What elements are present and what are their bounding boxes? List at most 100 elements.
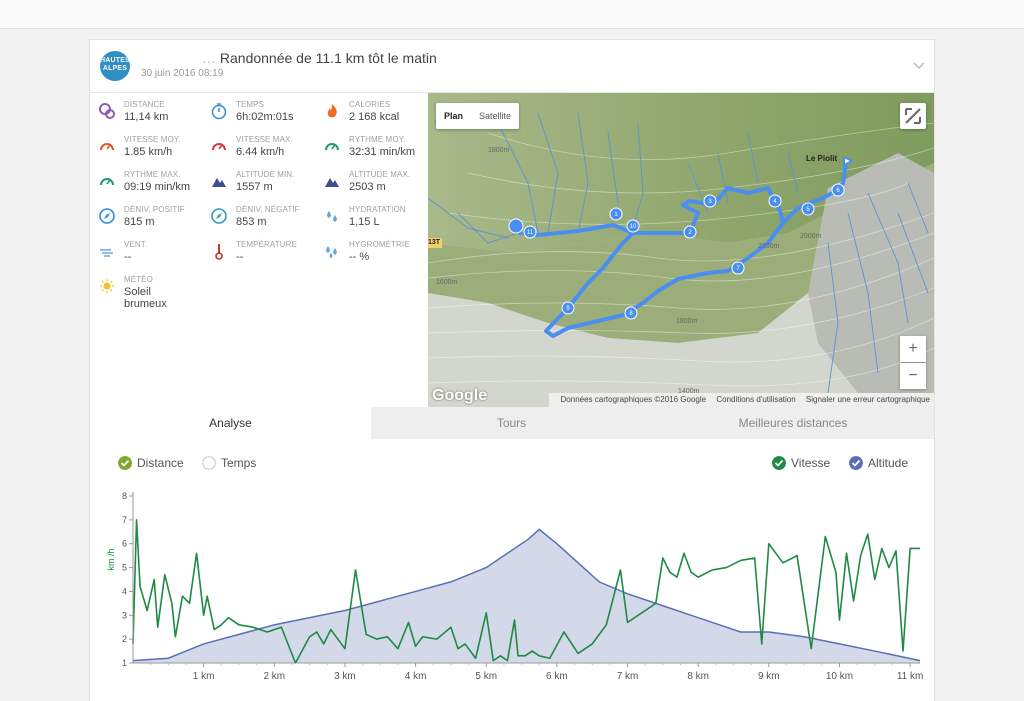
- activity-header: HAUTES ALPES … Randonnée de 11.1 km tôt …: [90, 40, 934, 93]
- stat-calories: CALORIES 2 168 kcal: [315, 100, 427, 134]
- stat-value: 6.44 km/h: [236, 146, 285, 158]
- y-axis-label: km /h: [106, 548, 116, 570]
- contour-label: 2000m: [800, 233, 822, 240]
- chevron-down-icon[interactable]: [912, 58, 926, 72]
- road-label: 13T: [428, 239, 441, 246]
- stat-vitesse-max: VITESSE MAX. 6.44 km/h: [202, 135, 314, 169]
- title-prefix: …: [202, 50, 216, 66]
- activity-title: … Randonnée de 11.1 km tôt le matin: [202, 50, 437, 66]
- map-attribution: Données cartographiques ©2016 Google Con…: [548, 393, 934, 407]
- terms-link[interactable]: Conditions d'utilisation: [716, 395, 795, 404]
- speedometer-icon: [325, 143, 339, 151]
- y-tick-label: 3: [122, 610, 127, 620]
- stat-label: DÉNIV. POSITIF: [124, 205, 185, 214]
- x-tick-label: 2 km: [263, 671, 285, 682]
- stat-value: 11,14 km: [124, 111, 169, 123]
- speed-altitude-chart[interactable]: 1 2 3 4 5 6 7 8 1 km 2 km 3 km 4 km 5 km 6 km 7 km 8 km…: [90, 488, 934, 701]
- x-tick-label: 11 km: [897, 671, 924, 682]
- stat-déniv-positif: DÉNIV. POSITIF 815 m: [90, 205, 202, 239]
- fullscreen-button[interactable]: [900, 103, 926, 129]
- water-drops-icon: [327, 211, 337, 222]
- stat-label: TEMPÉRATURE: [236, 240, 297, 249]
- tab-meilleures-distances[interactable]: Meilleures distances: [652, 407, 934, 439]
- stat-value: 09:19 min/km: [124, 181, 191, 193]
- stats-panel: DISTANCE 11,14 km TEMPS 6h:02m:01s CALORIES 2…: [90, 93, 428, 407]
- stat-value: -- %: [349, 251, 370, 263]
- stat-value: 32:31 min/km: [349, 146, 416, 158]
- stat-value: 1557 m: [236, 181, 273, 193]
- logo-text: HAUTES ALPES: [100, 57, 130, 72]
- toggle-label: Vitesse: [791, 456, 831, 470]
- zoom-in-button[interactable]: +: [900, 336, 926, 362]
- y-tick-label: 6: [122, 539, 127, 549]
- chart-toggles: Distance Temps Vitesse Altitude: [90, 450, 934, 478]
- tab-analyse[interactable]: Analyse: [90, 407, 371, 439]
- y-tick-label: 2: [122, 634, 127, 644]
- route-map[interactable]: 123 456 789 10 11 Plan Satellite + − Le P…: [428, 93, 934, 407]
- club-logo: HAUTES ALPES: [100, 51, 130, 81]
- x-tick-label: 4 km: [405, 671, 427, 682]
- analysis-tabs: Analyse Tours Meilleures distances: [90, 407, 934, 439]
- mountain-icon: [212, 178, 226, 187]
- title-text: Randonnée de 11.1 km tôt le matin: [219, 50, 437, 66]
- stat-vitesse-moy: VITESSE MOY. 1.85 km/h: [90, 135, 202, 169]
- stat-label: TEMPS: [236, 100, 265, 109]
- x-tick-label: 7 km: [617, 671, 639, 682]
- compass-icon: [211, 208, 227, 224]
- google-logo: Google: [432, 387, 488, 404]
- toggle-label: Altitude: [868, 456, 909, 470]
- stat-value: Soleil brumeux: [124, 286, 167, 310]
- x-tick-label: 1 km: [193, 671, 215, 682]
- y-tick-label: 8: [122, 491, 127, 501]
- x-tick-label: 6 km: [546, 671, 568, 682]
- stat-value: 2503 m: [349, 181, 386, 193]
- stat-label: ALTITUDE MAX.: [349, 170, 411, 179]
- map-type-plan-button[interactable]: Plan: [436, 103, 471, 129]
- wind-icon: [100, 249, 113, 257]
- tab-tours[interactable]: Tours: [371, 407, 652, 439]
- start-pin-icon[interactable]: [508, 218, 524, 234]
- stat-label: RYTHME MOY.: [349, 135, 406, 144]
- checkbox-checked-icon: [849, 456, 863, 470]
- x-tick-label: 10 km: [826, 671, 853, 682]
- stat-hydratation: HYDRATATION 1,15 L: [315, 205, 427, 239]
- speedometer-icon: [100, 143, 114, 151]
- stat-temps: TEMPS 6h:02m:01s: [202, 100, 314, 134]
- sun-haze-icon: [100, 279, 114, 293]
- contour-label: 2200m: [758, 243, 780, 250]
- stat-value: --: [124, 251, 132, 263]
- mountain-icon: [325, 178, 339, 187]
- stat-hygrométrie: HYGROMÉTRIE -- %: [315, 240, 427, 274]
- toggle-label: Distance: [137, 456, 184, 470]
- compass-icon: [99, 208, 115, 224]
- svg-text:10: 10: [630, 224, 637, 230]
- y-tick-label: 4: [122, 586, 127, 596]
- stat-label: VENT: [124, 240, 146, 249]
- activity-date: 30 juin 2016 08:19: [141, 68, 224, 79]
- distance-icon: [99, 103, 115, 119]
- stat-value: 1,15 L: [349, 216, 380, 228]
- report-error-link[interactable]: Signaler une erreur cartographique: [806, 395, 930, 404]
- stat-altitude-max: ALTITUDE MAX. 2503 m: [315, 170, 427, 204]
- x-tick-label: 5 km: [475, 671, 497, 682]
- stat-vent: VENT --: [90, 240, 202, 274]
- top-bar: [0, 0, 1024, 29]
- speedometer-icon: [100, 178, 114, 186]
- contour-label: 1600m: [436, 279, 458, 286]
- altitude-area: [133, 529, 920, 663]
- stat-label: MÉTÉO: [124, 275, 153, 284]
- stat-label: DISTANCE: [124, 100, 165, 109]
- place-label: Le Piolit: [806, 154, 838, 163]
- stat-label: DÉNIV. NÉGATIF: [236, 205, 300, 214]
- stat-distance: DISTANCE 11,14 km: [90, 100, 202, 134]
- stat-value: 853 m: [236, 216, 267, 228]
- y-tick-label: 5: [122, 563, 127, 573]
- fullscreen-icon: [905, 108, 921, 124]
- stat-value: --: [236, 251, 244, 263]
- stat-label: HYDRATATION: [349, 205, 406, 214]
- stopwatch-icon: [211, 103, 227, 120]
- y-tick-label: 1: [122, 658, 127, 668]
- stat-value: 815 m: [124, 216, 155, 228]
- map-type-satellite-button[interactable]: Satellite: [471, 103, 519, 129]
- zoom-out-button[interactable]: −: [900, 363, 926, 389]
